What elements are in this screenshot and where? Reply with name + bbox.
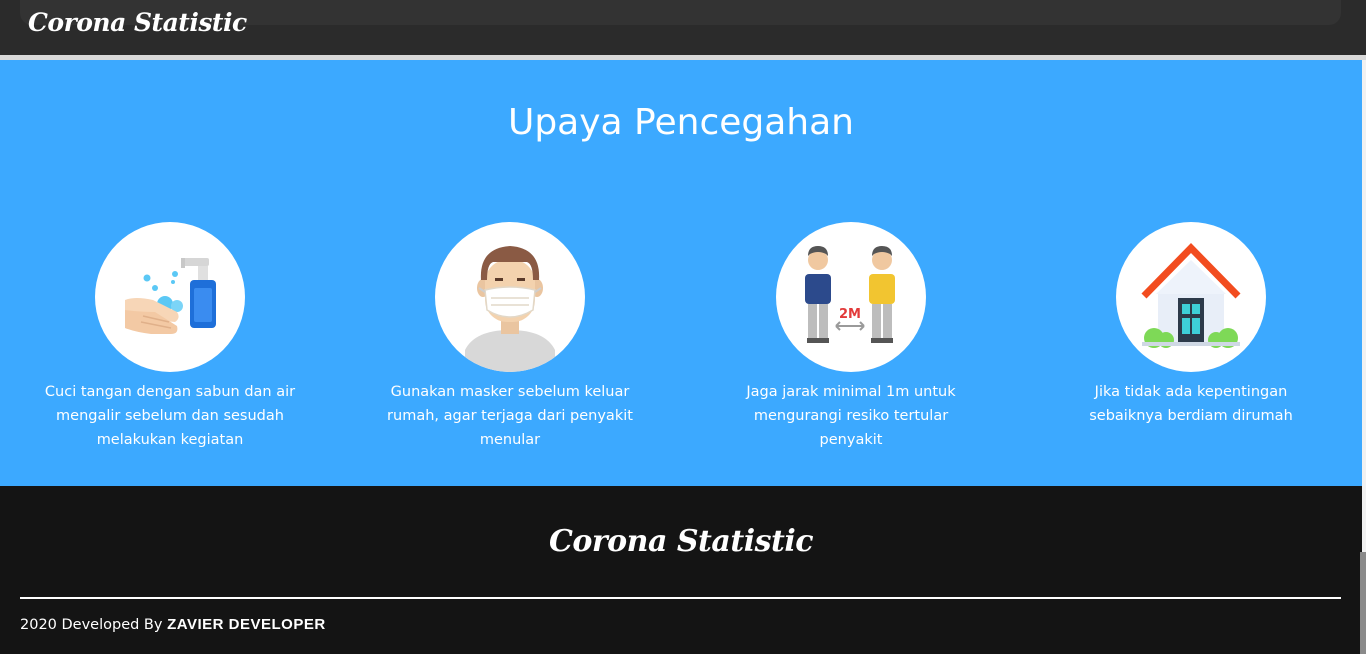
social-distance-icon: 2M — [776, 222, 926, 372]
prevention-text-mask: Gunakan masker sebelum keluar rumah, aga… — [387, 384, 633, 448]
prevention-card-mask: Gunakan masker sebelum keluar rumah, aga… — [360, 222, 660, 452]
scrollbar-thumb[interactable] — [1360, 552, 1366, 654]
prevention-section: Upaya Pencegahan Cuci tangan dengan sabu… — [0, 60, 1362, 486]
footer: Corona Statistic 2020 Developed By ZAVIE… — [0, 486, 1362, 654]
footer-credit: 2020 Developed By ZAVIER DEVELOPER — [20, 616, 326, 633]
distance-label: 2M — [839, 307, 861, 322]
footer-brand: Corona Statistic — [548, 524, 814, 559]
prevention-text-home: Jika tidak ada kepentingan sebaiknya ber… — [1089, 384, 1293, 424]
prevention-card-handwash: Cuci tangan dengan sabun dan air mengali… — [20, 222, 320, 452]
face-mask-icon — [435, 222, 585, 372]
footer-credit-prefix: 2020 Developed By — [20, 617, 163, 633]
section-title: Upaya Pencegahan — [507, 102, 854, 143]
prevention-text-handwash: Cuci tangan dengan sabun dan air mengali… — [44, 384, 296, 448]
stay-home-icon — [1116, 222, 1266, 372]
navbar-brand[interactable]: Corona Statistic — [28, 8, 247, 37]
footer-divider — [20, 597, 1341, 599]
top-navbar: Corona Statistic — [0, 0, 1366, 55]
prevention-card-home: Jika tidak ada kepentingan sebaiknya ber… — [1041, 222, 1341, 428]
footer-credit-name: ZAVIER DEVELOPER — [167, 616, 326, 633]
prevention-text-distance: Jaga jarak minimal 1m untuk mengurangi r… — [746, 384, 956, 448]
prevention-card-distance: 2M Jaga jarak minimal 1m untuk mengurang… — [701, 222, 1001, 452]
hand-wash-sanitizer-icon — [95, 222, 245, 372]
